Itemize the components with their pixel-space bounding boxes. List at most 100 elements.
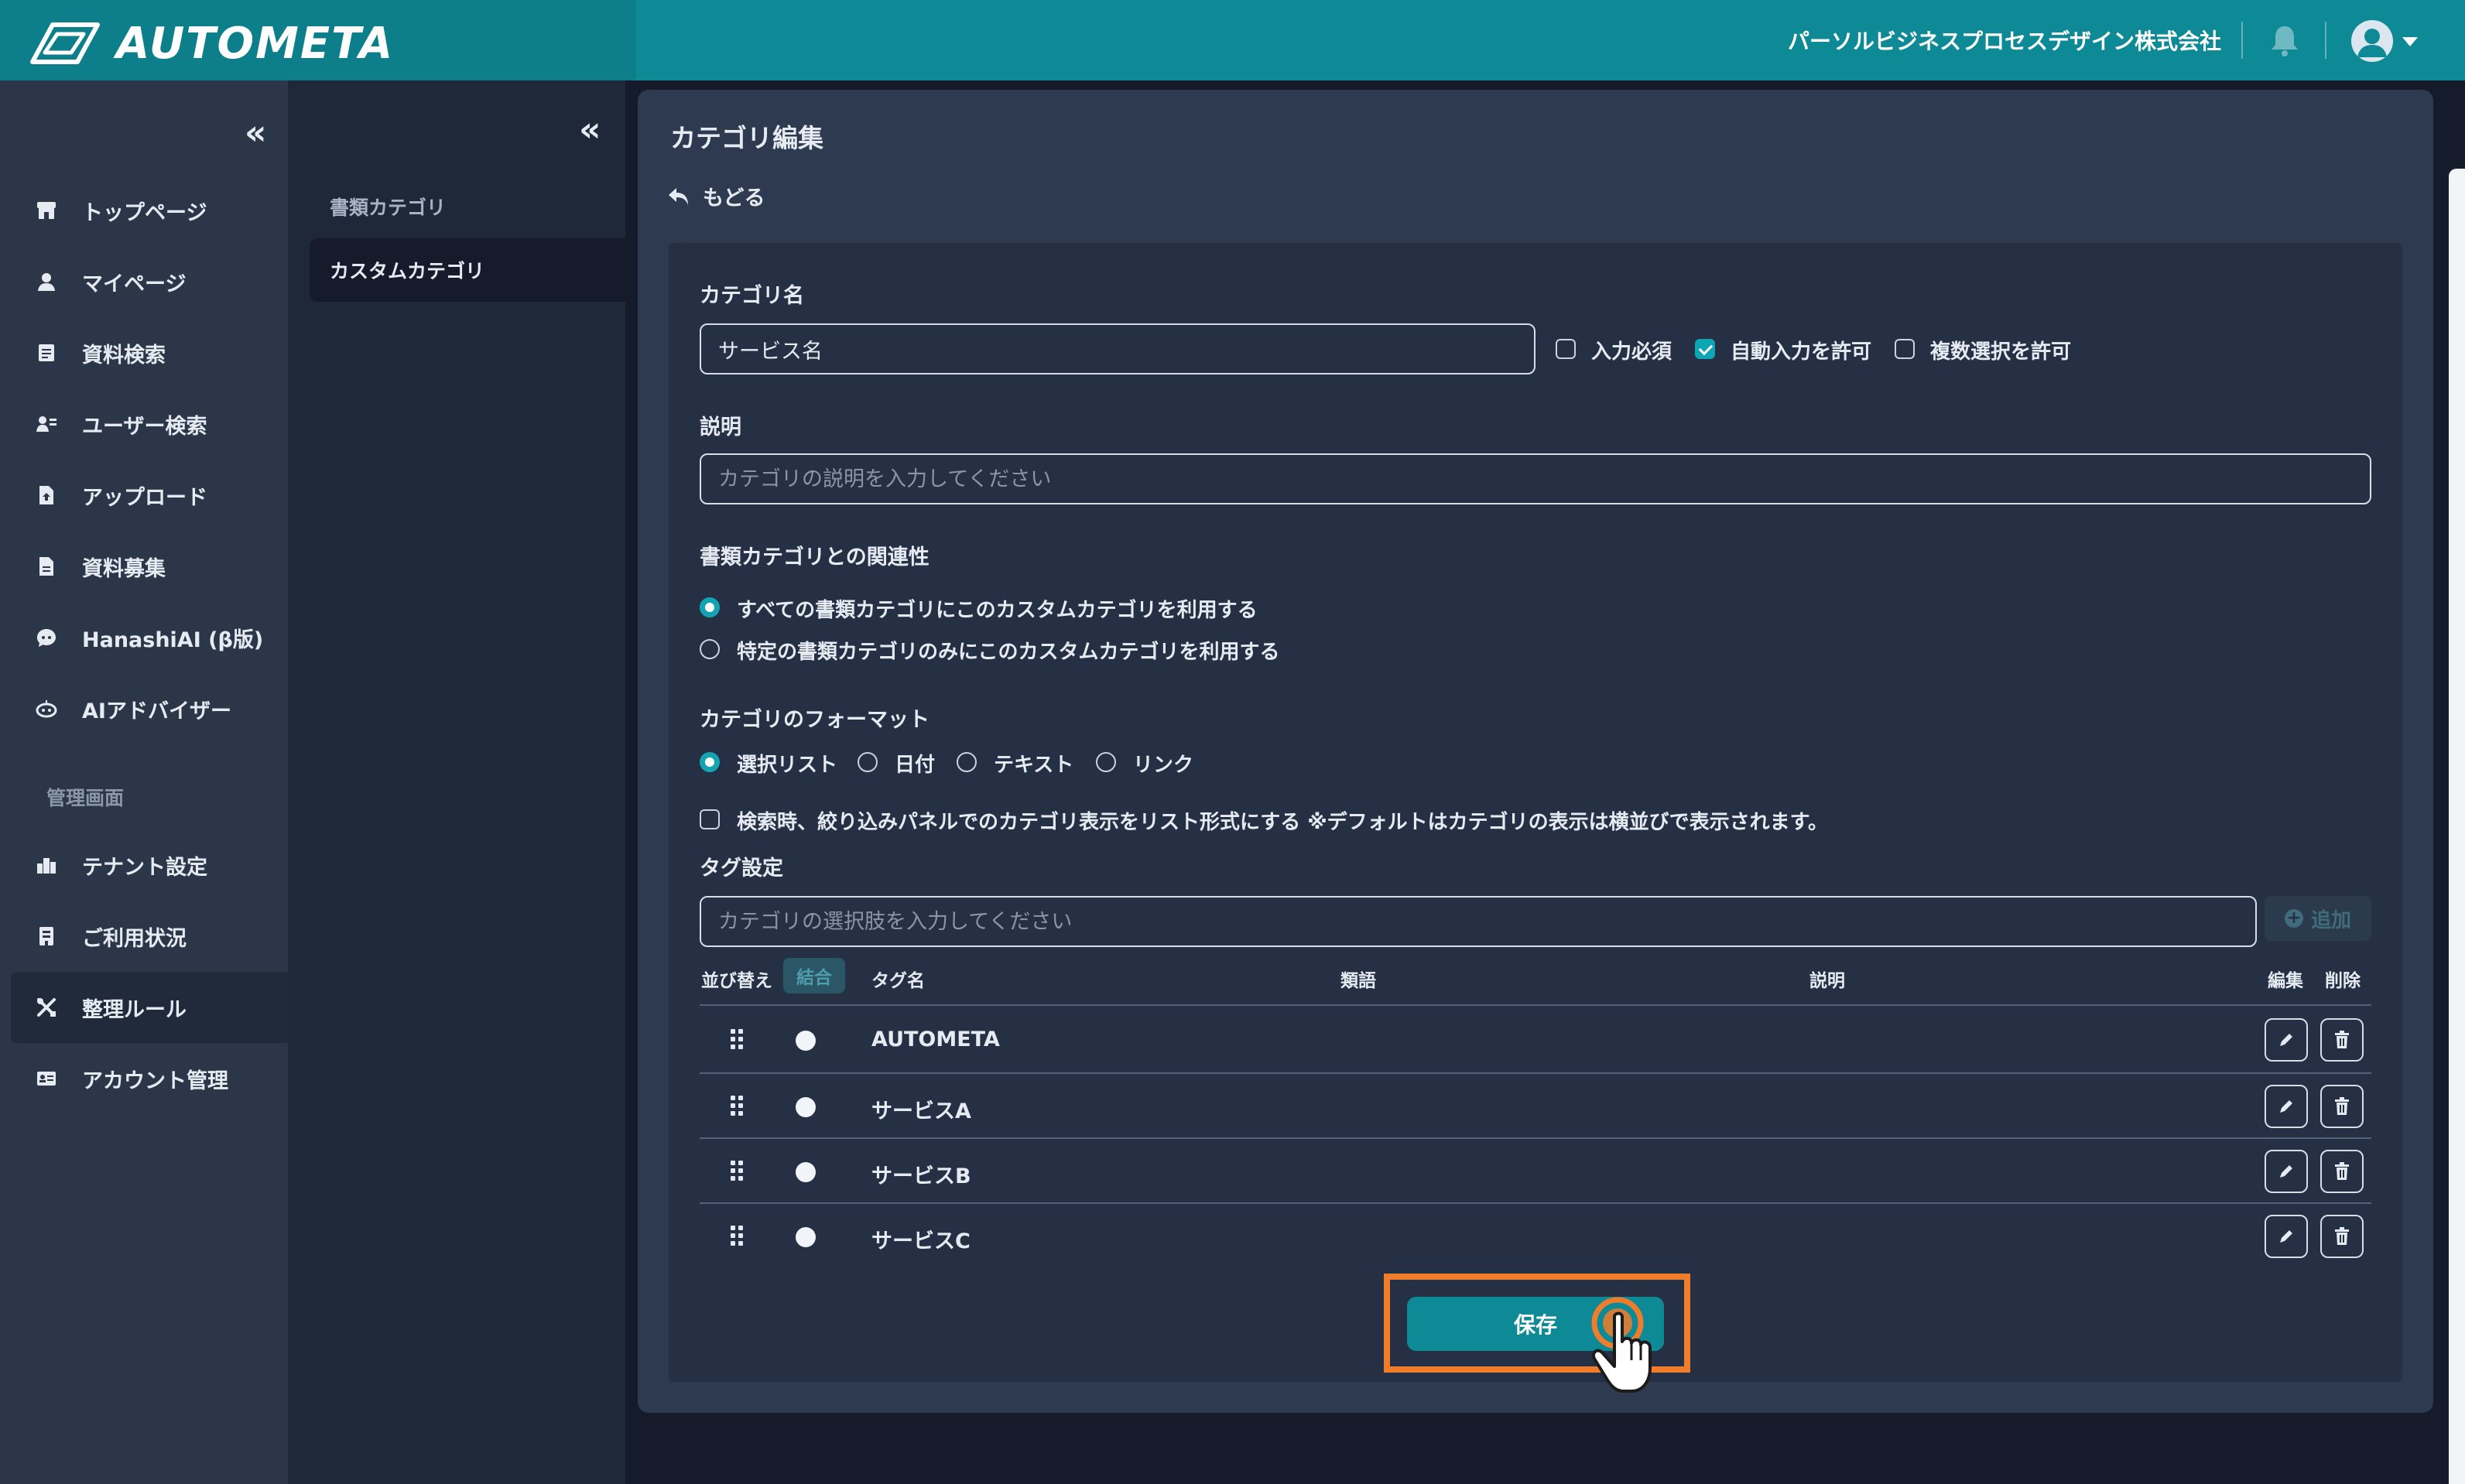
sidebar-item-document-request[interactable]: 資料募集 [0, 531, 288, 602]
document-icon [34, 554, 59, 579]
pencil-icon [2280, 1230, 2292, 1243]
edit-button[interactable] [2265, 1085, 2308, 1128]
format-text-label: テキスト [994, 754, 1074, 777]
relation-specific-radio[interactable] [700, 639, 720, 659]
tag-input[interactable] [700, 896, 2257, 947]
drag-handle-icon[interactable] [731, 1096, 746, 1116]
collapse-sidebar-button[interactable]: « [245, 116, 266, 150]
back-link[interactable]: もどる [667, 181, 765, 211]
sidebar-item-label: ご利用状況 [82, 926, 187, 951]
sidebar-item-label: アップロード [82, 485, 207, 510]
drag-handle-icon[interactable] [731, 1029, 746, 1049]
sidebar-item-hanashiai[interactable]: HanashiAI (β版) [0, 602, 288, 673]
add-tag-button[interactable]: + 追加 [2265, 896, 2371, 941]
tools-icon [34, 995, 59, 1020]
table-row: AUTOMETA [700, 1007, 2371, 1072]
table-row: サービスA [700, 1074, 2371, 1139]
sidebar-item-organize-rules[interactable]: 整理ルール [11, 972, 288, 1043]
sidebar-item-label: マイページ [82, 272, 187, 296]
sidebar-item-mypage[interactable]: マイページ [0, 246, 288, 317]
sidebar-item-user-search[interactable]: ユーザー検索 [0, 388, 288, 460]
sidebar-item-label: 資料検索 [82, 343, 166, 368]
tag-name: サービスC [871, 1229, 971, 1253]
upload-file-icon [34, 483, 59, 508]
edit-button[interactable] [2265, 1150, 2308, 1193]
building-icon [34, 853, 59, 877]
id-card-icon [34, 1066, 59, 1091]
sidebar-item-document-search[interactable]: 資料検索 [0, 317, 288, 388]
delete-button[interactable] [2320, 1150, 2364, 1193]
delete-button[interactable] [2320, 1085, 2364, 1128]
format-select-list-label: 選択リスト [737, 754, 838, 777]
delete-button[interactable] [2320, 1215, 2364, 1258]
drag-handle-icon[interactable] [731, 1161, 746, 1181]
add-tag-label: 追加 [2310, 908, 2351, 932]
back-label: もどる [703, 186, 765, 210]
drag-handle-icon[interactable] [731, 1226, 746, 1246]
header-divider [2325, 22, 2326, 59]
autometa-logo-icon [30, 22, 100, 64]
merge-select-toggle[interactable] [796, 1227, 816, 1247]
sidebar-item-label: 整理ルール [82, 997, 187, 1022]
relation-specific-label: 特定の書類カテゴリのみにこのカスタムカテゴリを利用する [737, 641, 1280, 664]
document-search-icon [34, 340, 59, 365]
format-date-radio[interactable] [858, 752, 878, 772]
sidebar-item-upload[interactable]: アップロード [0, 460, 288, 531]
back-arrow-icon [669, 187, 688, 205]
sidebar-item-label: 資料募集 [82, 556, 166, 581]
subsidebar-item-custom-category[interactable]: カスタムカテゴリ [310, 238, 625, 302]
robot-icon [34, 696, 59, 721]
format-text-radio[interactable] [957, 752, 977, 772]
subsidebar-item-label: カスタムカテゴリ [330, 260, 485, 282]
sidebar-item-usage[interactable]: ご利用状況 [0, 901, 288, 972]
sidebar-item-account-management[interactable]: アカウント管理 [0, 1043, 288, 1114]
subsidebar-item-document-category[interactable]: 書類カテゴリ [310, 175, 625, 238]
required-checkbox[interactable] [1556, 339, 1576, 359]
sidebar-item-label: アカウント管理 [82, 1069, 228, 1093]
trash-icon [2335, 1227, 2349, 1245]
sidebar-item-label: テナント設定 [82, 855, 207, 880]
description-input[interactable] [700, 453, 2371, 504]
collapse-subsidebar-button[interactable]: « [579, 113, 601, 147]
merge-select-toggle[interactable] [796, 1031, 816, 1051]
chat-bot-icon [34, 625, 59, 650]
relation-all-radio[interactable] [700, 597, 720, 617]
sidebar-item-tenant-settings[interactable]: テナント設定 [0, 829, 288, 901]
table-row: サービスC [700, 1204, 2371, 1269]
sidebar-item-top[interactable]: トップページ [0, 175, 288, 246]
sidebar-item-label: トップページ [82, 200, 207, 225]
category-name-input[interactable] [700, 323, 1535, 374]
sidebar-item-ai-advisor[interactable]: AIアドバイザー [0, 673, 288, 744]
pencil-icon [2280, 1100, 2292, 1113]
brand-name: AUTOMETA [116, 18, 395, 69]
edit-button[interactable] [2265, 1215, 2308, 1258]
usage-icon [34, 924, 59, 949]
auto-input-checkbox[interactable] [1695, 339, 1715, 359]
list-display-checkbox[interactable] [700, 809, 720, 829]
table-divider [700, 1004, 2371, 1006]
multi-select-checkbox[interactable] [1895, 339, 1915, 359]
column-header-sort: 並び替え [701, 971, 772, 991]
category-name-label: カテゴリ名 [700, 284, 804, 308]
merge-button[interactable]: 結合 [783, 958, 845, 993]
merge-select-toggle[interactable] [796, 1097, 816, 1117]
table-row: サービスB [700, 1139, 2371, 1204]
scrollbar[interactable] [2449, 169, 2465, 1484]
bell-icon[interactable] [2268, 23, 2302, 57]
brand-logo[interactable]: AUTOMETA [29, 18, 395, 69]
delete-button[interactable] [2320, 1018, 2364, 1062]
hand-pointer-icon [1591, 1297, 1652, 1393]
sidebar-item-label: HanashiAI (β版) [82, 627, 264, 652]
column-header-synonyms: 類語 [1340, 971, 1376, 991]
store-icon [34, 198, 59, 223]
list-display-label: 検索時、絞り込みパネルでのカテゴリ表示をリスト形式にする ※デフォルトはカテゴリ… [737, 811, 1828, 834]
format-link-radio[interactable] [1096, 752, 1116, 772]
chevron-down-icon[interactable] [2402, 37, 2418, 46]
avatar[interactable] [2351, 20, 2393, 62]
edit-button[interactable] [2265, 1018, 2308, 1062]
header-divider [2241, 22, 2243, 59]
required-label: 入力必須 [1591, 340, 1672, 364]
merge-select-toggle[interactable] [796, 1162, 816, 1182]
user-search-icon [34, 412, 59, 436]
format-select-list-radio[interactable] [700, 752, 720, 772]
